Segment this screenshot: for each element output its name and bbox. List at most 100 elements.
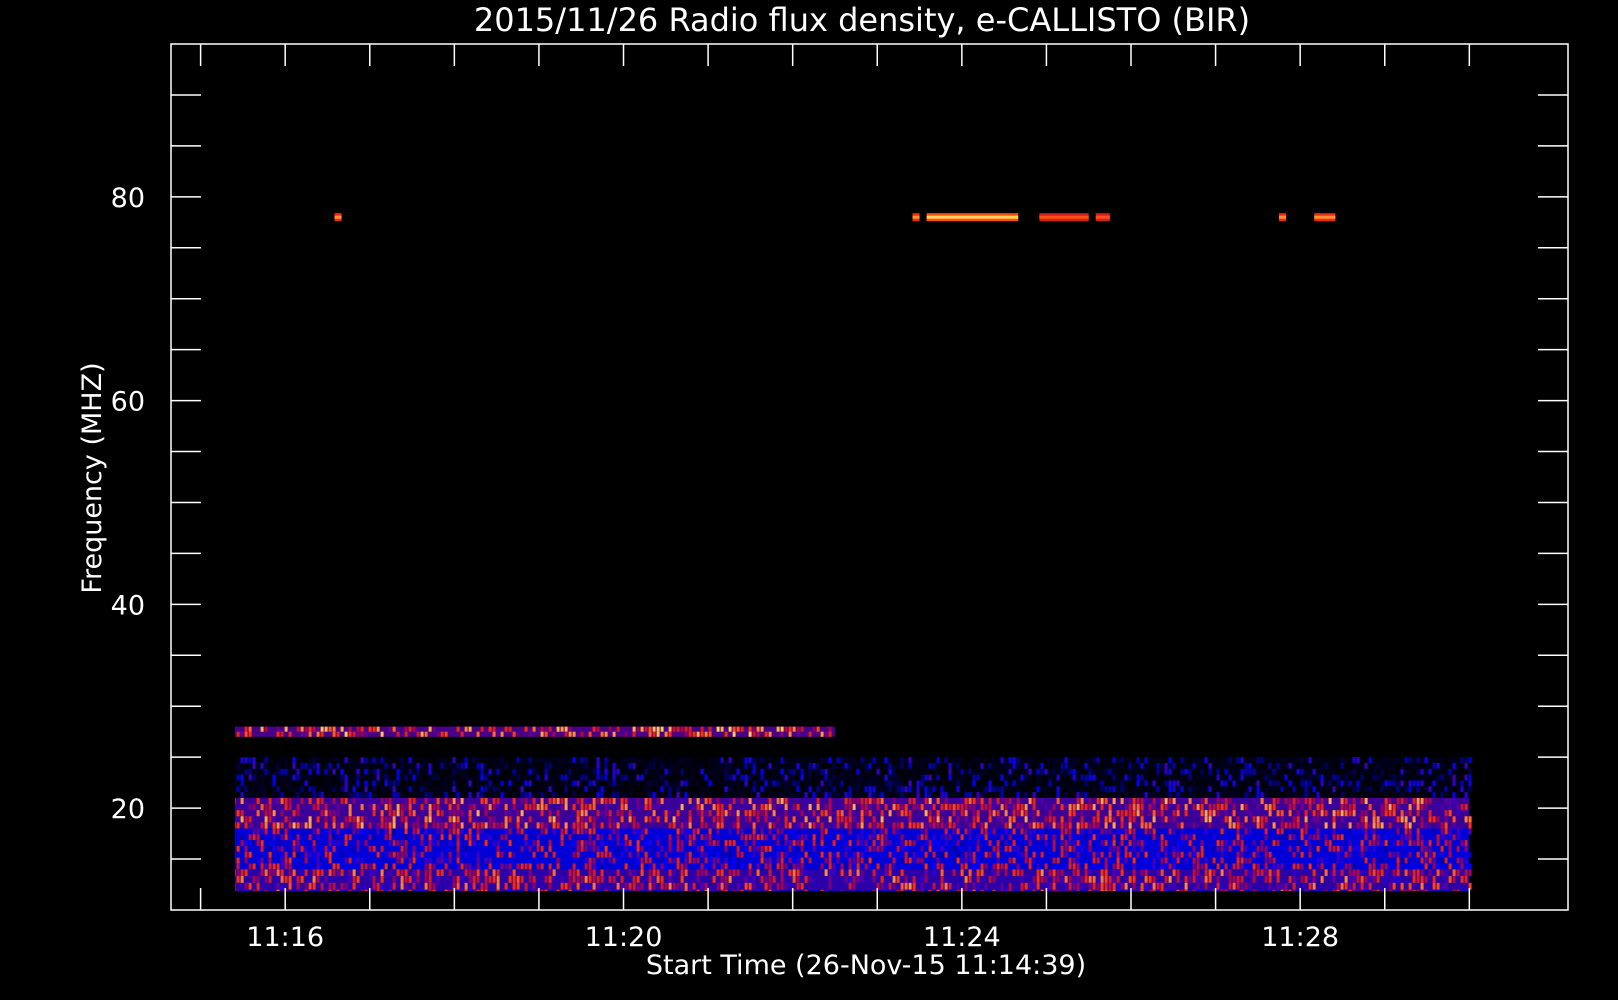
band-cell: [1064, 768, 1068, 775]
band-cell: [600, 863, 604, 870]
band-cell: [348, 804, 352, 811]
band-cell: [412, 828, 416, 835]
band-cell: [1236, 857, 1240, 864]
band-cell: [292, 757, 296, 763]
band-cell: [1368, 869, 1372, 877]
band-cell: [1292, 816, 1296, 823]
band-cell: [1152, 882, 1156, 890]
band-cell: [680, 780, 684, 787]
band-cell: [364, 774, 368, 781]
band-cell: [1112, 797, 1116, 805]
band-cell: [1064, 845, 1068, 852]
band-cell: [516, 762, 520, 769]
band-cell: [680, 882, 684, 890]
band-cell: [1180, 822, 1184, 829]
band-cell: [1044, 768, 1048, 775]
band-cell: [444, 797, 448, 805]
band-cell: [1012, 845, 1016, 852]
band-cell: [1240, 857, 1244, 864]
band-cell: [680, 863, 684, 870]
band-cell: [764, 876, 768, 883]
band-cell: [1428, 857, 1432, 864]
band-cell: [1380, 804, 1384, 811]
band-cell: [888, 840, 892, 846]
band-cell: [696, 857, 700, 864]
band-cell: [1184, 774, 1188, 781]
band-cell: [1064, 786, 1068, 793]
band-cell: [864, 786, 868, 793]
band-cell: [1024, 882, 1028, 890]
band-cell: [324, 804, 328, 811]
band-cell: [768, 863, 772, 870]
band-cell: [632, 882, 636, 890]
band-cell: [1452, 774, 1456, 781]
band-cell: [616, 828, 620, 835]
band-cell: [928, 822, 932, 829]
band-cell: [744, 845, 748, 852]
band-cell: [1344, 804, 1348, 811]
band-cell: [440, 822, 444, 829]
band-cell: [1004, 822, 1008, 829]
band-cell: [1228, 857, 1232, 864]
band-cell: [1464, 762, 1468, 769]
band-cell: [572, 863, 576, 870]
band-cell: [624, 863, 628, 870]
band-cell: [296, 882, 300, 890]
band-cell: [816, 863, 820, 870]
band-cell: [432, 840, 436, 846]
band-cell: [1432, 780, 1436, 787]
band-cell: [1384, 845, 1388, 852]
band-cell: [1016, 768, 1020, 775]
band-cell: [876, 804, 880, 811]
band-cell: [1104, 780, 1108, 787]
band-cell: [708, 840, 712, 846]
band-cell: [1360, 810, 1364, 817]
band-cell: [744, 774, 748, 781]
band-cell: [1088, 786, 1092, 793]
band-cell: [932, 816, 936, 823]
band-cell: [1400, 857, 1404, 864]
band-cell: [380, 882, 384, 890]
band-cell: [1060, 822, 1064, 829]
band-cell: [256, 840, 260, 846]
band-cell: [820, 810, 824, 817]
band-cell: [1452, 869, 1456, 877]
band-cell: [548, 845, 552, 852]
band-cell: [776, 828, 780, 835]
band-cell: [240, 816, 244, 823]
band-cell: [336, 810, 340, 817]
band-cell: [724, 774, 728, 781]
band-cell: [1140, 840, 1144, 846]
band-cell: [928, 810, 932, 817]
band-cell: [1196, 780, 1200, 787]
band-cell: [828, 857, 832, 864]
band-cell: [712, 816, 716, 823]
band-cell: [1224, 768, 1228, 775]
band-cell: [268, 786, 272, 793]
band-cell: [704, 731, 708, 737]
band-cell: [904, 762, 908, 769]
band-cell: [296, 762, 300, 769]
band-cell: [312, 804, 316, 811]
band-cell: [612, 768, 616, 775]
band-cell: [1356, 768, 1360, 775]
band-cell: [820, 757, 824, 763]
band-cell: [556, 816, 560, 823]
band-cell: [904, 876, 908, 883]
band-cell: [1352, 869, 1356, 877]
band-cell: [804, 876, 808, 883]
band-cell: [532, 882, 536, 890]
band-cell: [328, 810, 332, 817]
band-cell: [1268, 857, 1272, 864]
band-cell: [668, 768, 672, 775]
band-cell: [1236, 876, 1240, 883]
band-cell: [584, 804, 588, 811]
band-cell: [1108, 845, 1112, 852]
band-cell: [1320, 804, 1324, 811]
band-cell: [880, 792, 884, 798]
band-cell: [792, 857, 796, 864]
band-cell: [936, 863, 940, 870]
band-cell: [412, 797, 416, 805]
band-cell: [668, 731, 672, 737]
band-cell: [304, 786, 308, 793]
